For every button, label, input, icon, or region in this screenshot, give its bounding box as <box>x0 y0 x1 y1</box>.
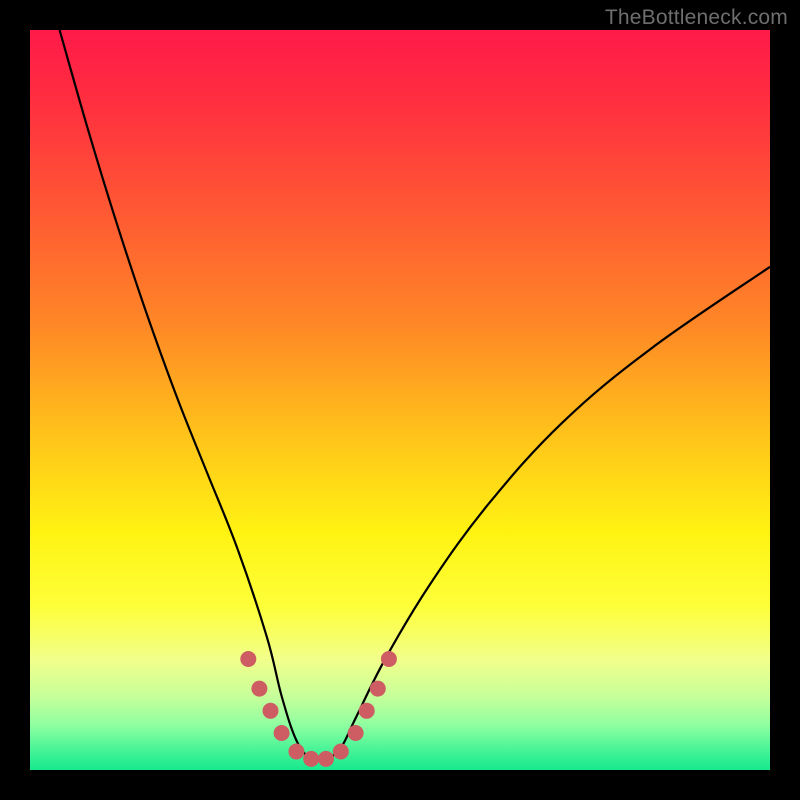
optimum-marker <box>318 751 334 767</box>
optimum-marker <box>359 703 375 719</box>
bottleneck-curve <box>60 30 770 761</box>
plot-area <box>30 30 770 770</box>
watermark-text: TheBottleneck.com <box>605 6 788 30</box>
optimum-marker <box>370 681 386 697</box>
optimum-marker <box>251 681 267 697</box>
near-optimum-markers <box>240 651 397 767</box>
optimum-marker <box>288 744 304 760</box>
optimum-marker <box>263 703 279 719</box>
optimum-marker <box>240 651 256 667</box>
optimum-marker <box>348 725 364 741</box>
outer-frame: TheBottleneck.com <box>0 0 800 800</box>
optimum-marker <box>274 725 290 741</box>
optimum-marker <box>303 751 319 767</box>
optimum-marker <box>381 651 397 667</box>
curve-layer <box>30 30 770 770</box>
optimum-marker <box>333 744 349 760</box>
